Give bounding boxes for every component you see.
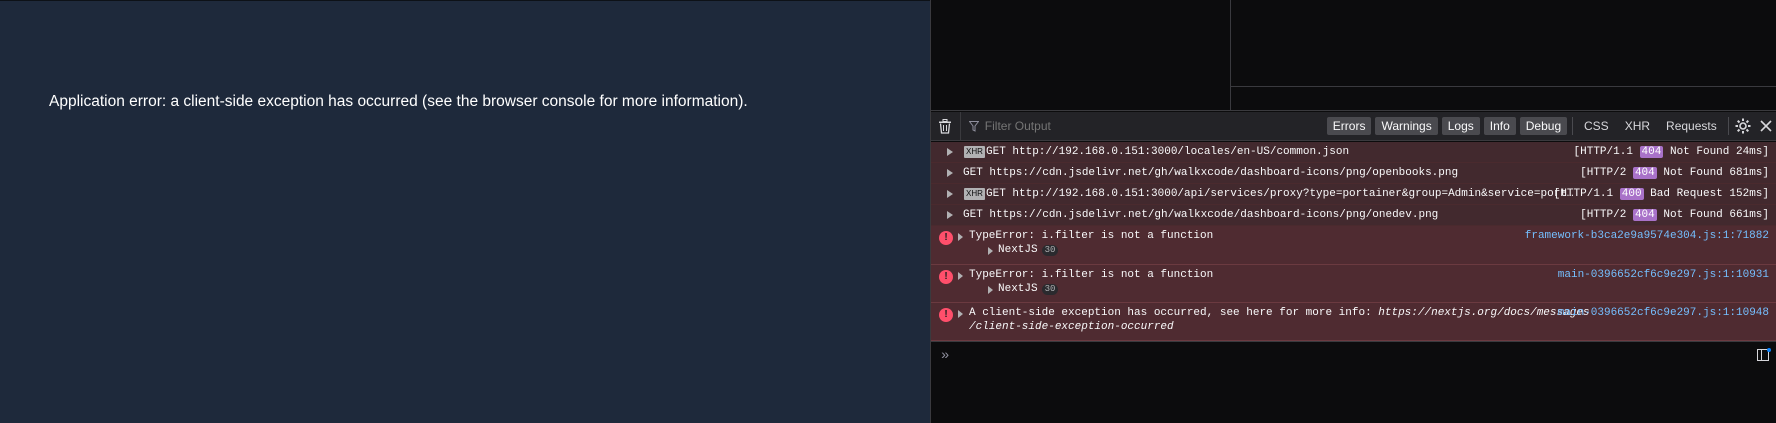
xhr-badge: XHR bbox=[964, 146, 985, 158]
gear-icon bbox=[1735, 118, 1751, 134]
status-text: Not Found 24ms] bbox=[1669, 146, 1769, 158]
trash-icon bbox=[939, 118, 952, 134]
app-pane: Application error: a client-side excepti… bbox=[0, 0, 930, 423]
devtools-top-panel bbox=[931, 0, 1776, 111]
error-text: A client-side exception has occurred, se… bbox=[969, 307, 1590, 319]
status-text: Not Found 681ms] bbox=[1663, 167, 1769, 179]
http-protocol: [HTTP/2 bbox=[1580, 209, 1627, 221]
close-devtools-button[interactable] bbox=[1754, 112, 1776, 141]
filter-output-field[interactable] bbox=[961, 112, 1325, 141]
expand-arrow-icon[interactable] bbox=[988, 286, 993, 294]
error-message-row[interactable]: ! TypeError: i.filter is not a function … bbox=[931, 265, 1776, 303]
devtools-panel: Errors Warnings Logs Info Debug CSS XHR … bbox=[930, 0, 1776, 423]
request-url[interactable]: GET https://cdn.jsdelivr.net/gh/walkxcod… bbox=[963, 167, 1573, 179]
filter-debug-button[interactable]: Debug bbox=[1519, 117, 1568, 135]
error-icon: ! bbox=[939, 231, 953, 245]
filter-errors-button[interactable]: Errors bbox=[1326, 117, 1372, 135]
split-console-icon[interactable] bbox=[1757, 348, 1771, 362]
expand-arrow-icon[interactable] bbox=[947, 169, 953, 177]
request-status: [HTTP/2 404 Not Found 681ms] bbox=[1580, 167, 1769, 179]
request-url[interactable]: GET http://192.168.0.151:3000/api/servic… bbox=[986, 188, 1574, 200]
devtools-top-left-pane bbox=[931, 0, 1231, 111]
expand-arrow-icon[interactable] bbox=[947, 148, 953, 156]
error-text: TypeError: i.filter is not a function bbox=[969, 230, 1214, 242]
status-code-badge: 404 bbox=[1632, 209, 1657, 221]
http-protocol: [HTTP/2 bbox=[1580, 167, 1627, 179]
console-prompt-icon: » bbox=[941, 348, 950, 364]
filter-logs-button[interactable]: Logs bbox=[1441, 117, 1480, 135]
request-url[interactable]: GET http://192.168.0.151:3000/locales/en… bbox=[986, 146, 1576, 158]
error-message-text: A client-side exception has occurred, se… bbox=[969, 307, 1379, 319]
network-request-row[interactable]: GET https://cdn.jsdelivr.net/gh/walkxcod… bbox=[931, 205, 1776, 226]
error-source-link[interactable]: framework-b3ca2e9a9574e304.js:1:71882 bbox=[1525, 230, 1769, 242]
status-text: Bad Request 152ms] bbox=[1650, 188, 1769, 200]
status-code-badge: 404 bbox=[1632, 167, 1657, 179]
expand-arrow-icon[interactable] bbox=[947, 190, 953, 198]
filter-requests-button[interactable]: Requests bbox=[1660, 117, 1723, 135]
stack-group[interactable]: NextJS 30 bbox=[998, 283, 1059, 295]
request-status: [HTTP/1.1 400 Bad Request 152ms] bbox=[1554, 188, 1769, 200]
devtools-top-right-pane bbox=[1231, 0, 1776, 111]
error-help-link-continued[interactable]: /client-side-exception-occurred bbox=[969, 321, 1174, 333]
request-status: [HTTP/1.1 404 Not Found 24ms] bbox=[1574, 146, 1769, 158]
expand-arrow-icon[interactable] bbox=[988, 247, 993, 255]
status-code-badge: 400 bbox=[1619, 188, 1644, 200]
console-log: XHR GET http://192.168.0.151:3000/locale… bbox=[931, 142, 1776, 341]
error-source-link[interactable]: main-0396652cf6c9e297.js:1:10931 bbox=[1558, 269, 1769, 281]
toolbar-separator bbox=[1727, 117, 1729, 135]
expand-arrow-icon[interactable] bbox=[958, 233, 963, 241]
filter-xhr-button[interactable]: XHR bbox=[1619, 117, 1656, 135]
devtools-top-right-section bbox=[1231, 0, 1776, 87]
clear-console-button[interactable] bbox=[931, 111, 961, 141]
http-protocol: [HTTP/1.1 bbox=[1553, 188, 1614, 200]
filter-output-input[interactable] bbox=[984, 119, 1325, 133]
toolbar-separator bbox=[1572, 117, 1574, 135]
error-message-row[interactable]: ! A client-side exception has occurred, … bbox=[931, 303, 1776, 341]
xhr-badge: XHR bbox=[964, 188, 985, 200]
close-icon bbox=[1760, 120, 1772, 132]
filter-css-button[interactable]: CSS bbox=[1578, 117, 1615, 135]
filter-info-button[interactable]: Info bbox=[1483, 117, 1516, 135]
filter-icon bbox=[968, 120, 979, 132]
network-request-row[interactable]: GET https://cdn.jsdelivr.net/gh/walkxcod… bbox=[931, 163, 1776, 184]
error-message-row[interactable]: ! TypeError: i.filter is not a function … bbox=[931, 226, 1776, 265]
stack-group-label: NextJS bbox=[998, 244, 1038, 256]
error-source-link[interactable]: main-0396652cf6c9e297.js:1:10948 bbox=[1558, 307, 1769, 319]
error-icon: ! bbox=[939, 270, 953, 284]
expand-arrow-icon[interactable] bbox=[958, 310, 963, 318]
console-toolbar: Errors Warnings Logs Info Debug CSS XHR … bbox=[931, 111, 1776, 141]
http-protocol: [HTTP/1.1 bbox=[1573, 146, 1633, 158]
network-request-row[interactable]: XHR GET http://192.168.0.151:3000/api/se… bbox=[931, 184, 1776, 205]
stack-group-label: NextJS bbox=[998, 283, 1038, 295]
stack-frame-count: 30 bbox=[1041, 284, 1059, 295]
console-input-area[interactable]: » bbox=[931, 341, 1776, 423]
error-icon: ! bbox=[939, 308, 953, 322]
expand-arrow-icon[interactable] bbox=[947, 211, 953, 219]
application-error-message: Application error: a client-side excepti… bbox=[49, 93, 748, 110]
network-request-row[interactable]: XHR GET http://192.168.0.151:3000/locale… bbox=[931, 142, 1776, 163]
stack-frame-count: 30 bbox=[1041, 245, 1059, 256]
request-status: [HTTP/2 404 Not Found 661ms] bbox=[1580, 209, 1769, 221]
status-code-badge: 404 bbox=[1639, 146, 1664, 158]
request-url[interactable]: GET https://cdn.jsdelivr.net/gh/walkxcod… bbox=[963, 209, 1573, 221]
error-text: TypeError: i.filter is not a function bbox=[969, 269, 1214, 281]
filter-warnings-button[interactable]: Warnings bbox=[1375, 117, 1438, 135]
expand-arrow-icon[interactable] bbox=[958, 272, 963, 280]
stack-group[interactable]: NextJS 30 bbox=[998, 244, 1059, 256]
settings-button[interactable] bbox=[1732, 112, 1755, 141]
status-text: Not Found 661ms] bbox=[1663, 209, 1769, 221]
